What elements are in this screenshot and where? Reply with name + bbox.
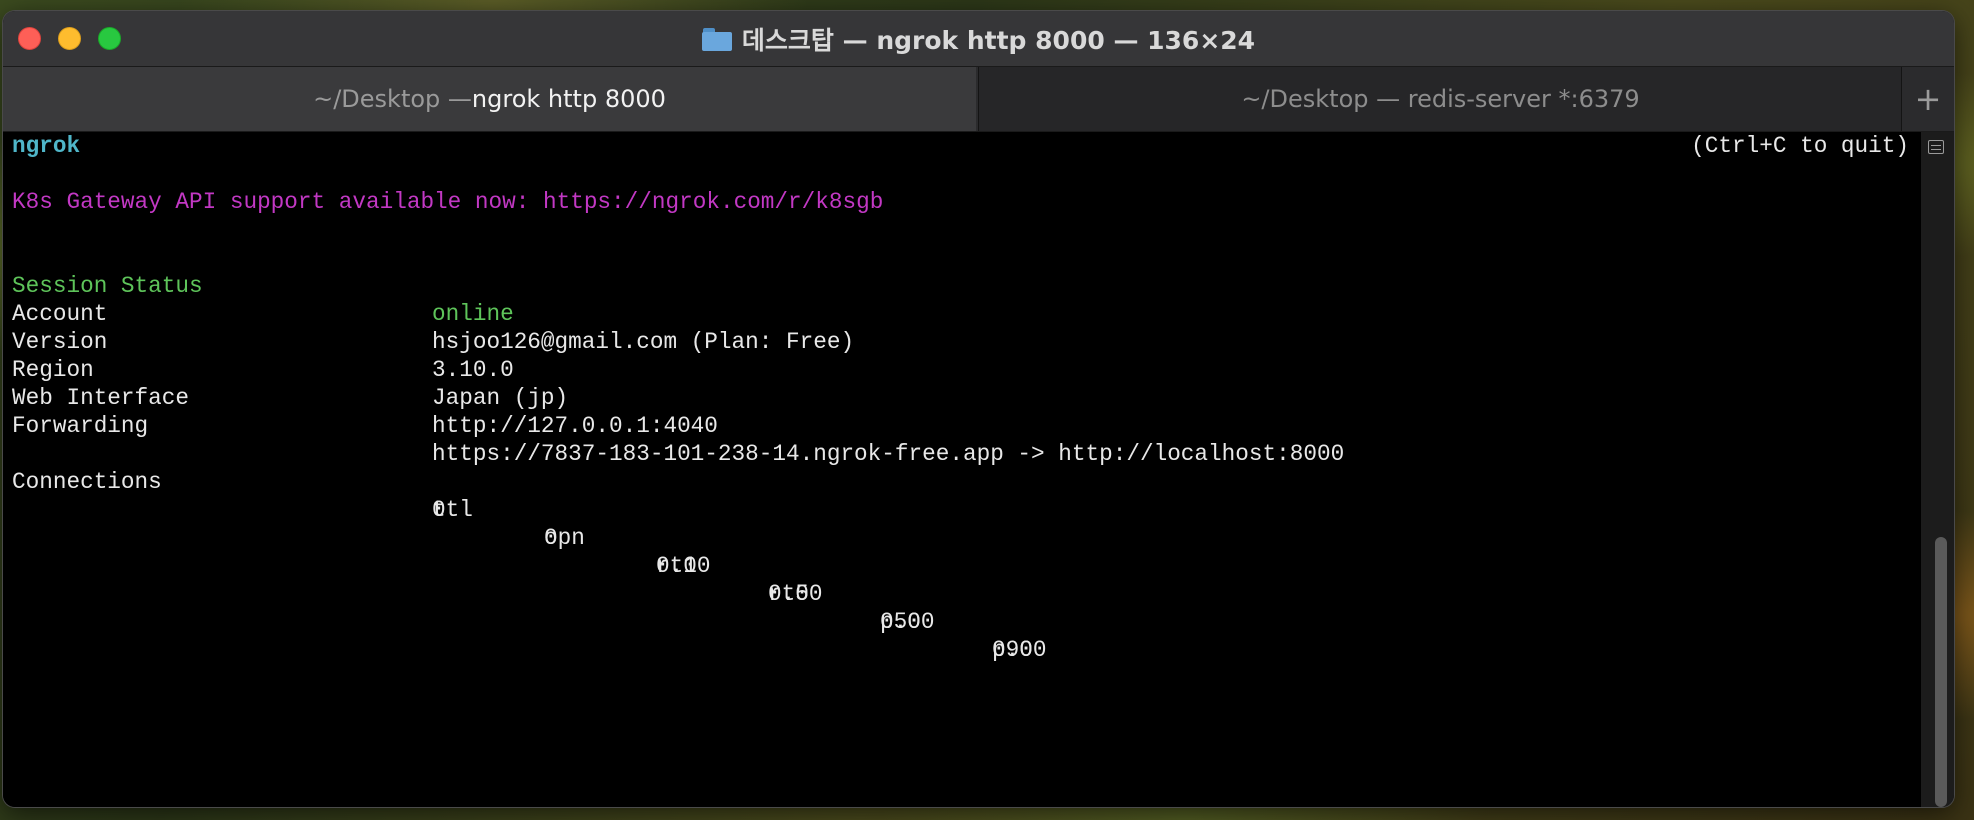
conn-value-rt5: 0.00	[768, 581, 823, 607]
row-account: Account hsjoo126@gmail.com (Plan: Free)	[3, 272, 1921, 355]
tab-redis-label: ~/Desktop — redis-server *:6379	[1241, 85, 1640, 113]
plus-icon: +	[1914, 80, 1942, 118]
window-title-text: 데스크탑 — ngrok http 8000 — 136×24	[741, 25, 1256, 55]
quit-hint: (Ctrl+C to quit)	[1691, 133, 1909, 159]
row-region: Region Japan (jp)	[3, 328, 1921, 411]
row-session-status: Session Status online	[3, 244, 1921, 327]
web-interface-value: http://127.0.0.1:4040	[432, 413, 718, 439]
forwarding-label: Forwarding	[12, 413, 149, 439]
terminal-window: 데스크탑 — ngrok http 8000 — 136×24 ~/Deskto…	[3, 11, 1954, 807]
conn-value-rt1: 0.00	[656, 553, 711, 579]
scrollbar-thumb[interactable]	[1935, 537, 1947, 807]
tab-ngrok[interactable]: ~/Desktop — ngrok http 8000	[3, 67, 976, 131]
conn-value-p90: 0.00	[992, 637, 1047, 663]
title-bar[interactable]: 데스크탑 — ngrok http 8000 — 136×24	[3, 11, 1954, 66]
app-name: ngrok	[12, 133, 81, 159]
marks-menu-icon[interactable]	[1928, 140, 1944, 154]
tab-bar: ~/Desktop — ngrok http 8000 ~/Desktop — …	[3, 66, 1954, 132]
conn-value-opn: 0	[544, 525, 558, 551]
row-connections-values: 0 0 0.00 0.00 0.00 0.00	[3, 468, 1921, 663]
tab-ngrok-path: ~/Desktop —	[313, 85, 472, 113]
terminal-output[interactable]: ngrok (Ctrl+C to quit) K8s Gateway API s…	[3, 132, 1921, 807]
folder-icon	[701, 27, 732, 51]
tab-ngrok-label: ngrok http 8000	[471, 85, 666, 113]
row-forwarding: Forwarding https://7837-183-101-238-14.n…	[3, 384, 1921, 467]
window-title: 데스크탑 — ngrok http 8000 — 136×24	[3, 11, 1954, 66]
conn-value-p50: 0.00	[880, 609, 935, 635]
row-web-interface: Web Interface http://127.0.0.1:4040	[3, 356, 1921, 439]
row-version: Version 3.10.0	[3, 300, 1921, 383]
row-connections-header: Connections ttl opn rt1 rt5 p50 p90	[3, 440, 1921, 663]
new-tab-button[interactable]: +	[1901, 67, 1954, 131]
conn-value-ttl: 0	[432, 497, 446, 523]
tab-redis[interactable]: ~/Desktop — redis-server *:6379	[978, 67, 1902, 131]
announcement: K8s Gateway API support available now: h…	[12, 189, 884, 215]
